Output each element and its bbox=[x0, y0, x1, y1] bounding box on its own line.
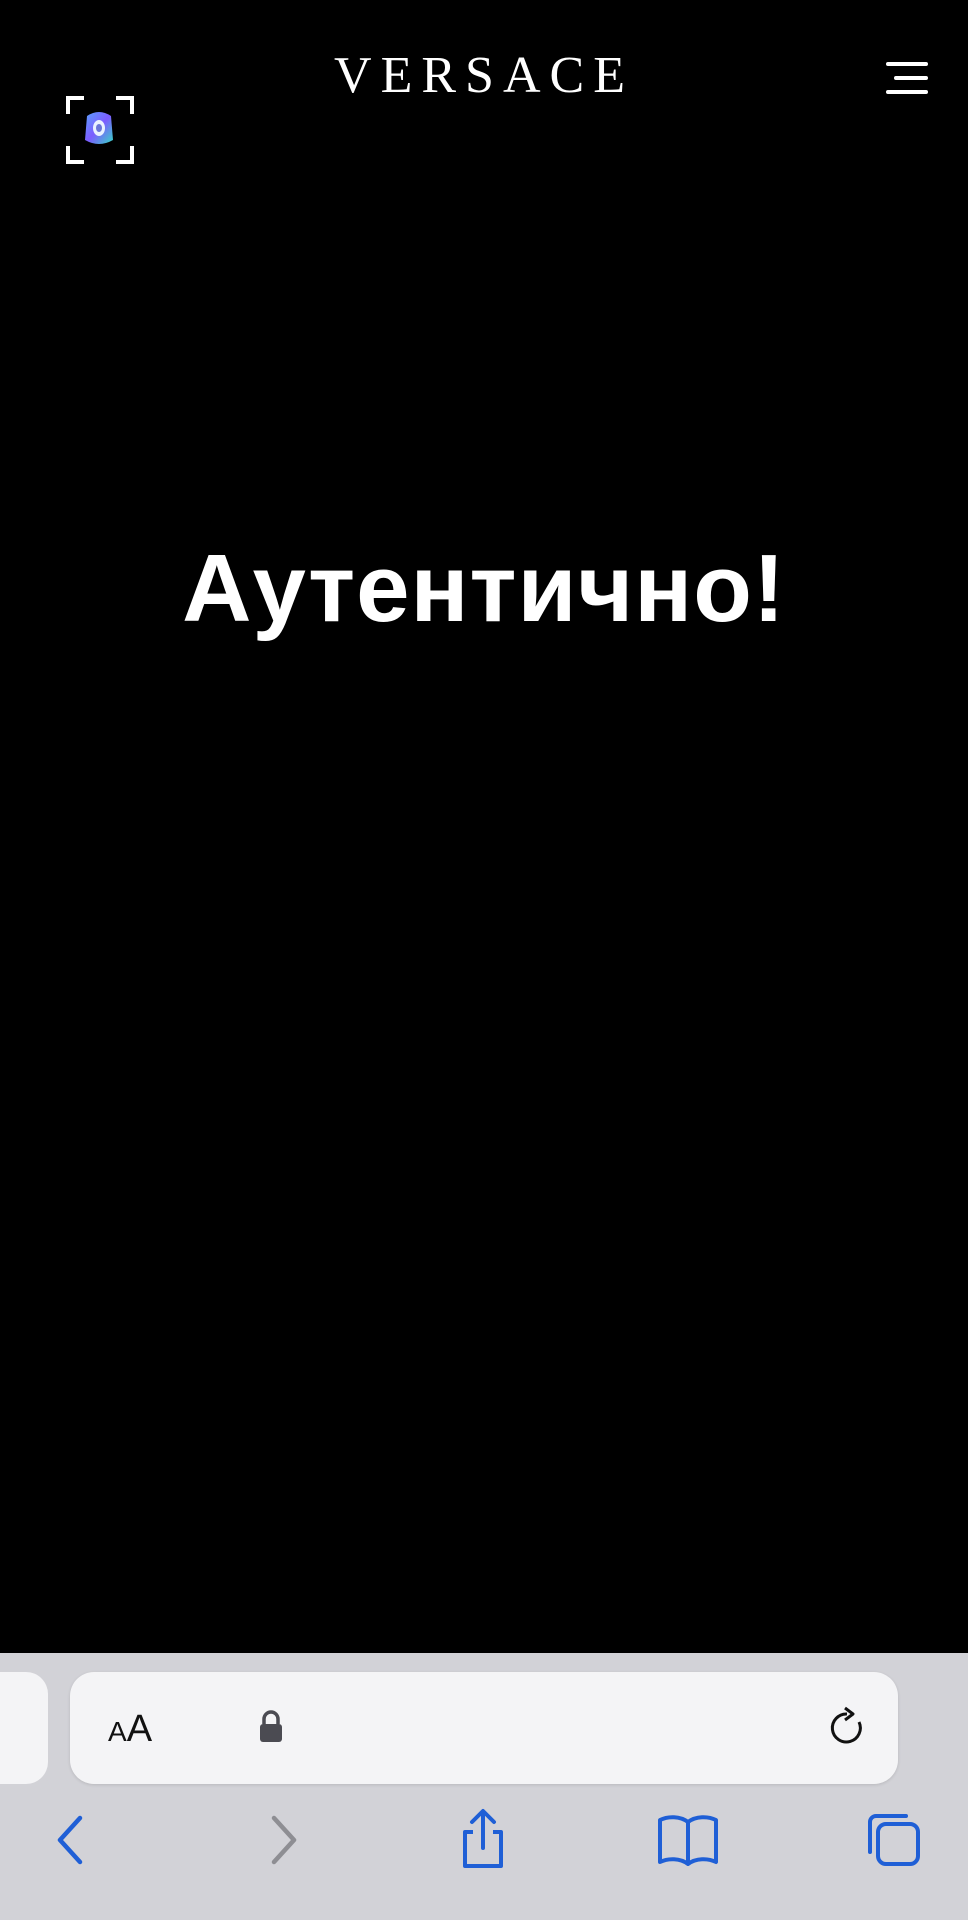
previous-tab-peek[interactable] bbox=[0, 1672, 48, 1784]
menu-line bbox=[894, 76, 928, 80]
text-size-button[interactable]: AA bbox=[108, 1708, 152, 1751]
chevron-right-icon bbox=[271, 1815, 297, 1865]
viewfinder-corner bbox=[66, 146, 84, 164]
menu-line bbox=[886, 90, 928, 94]
brand-logo[interactable]: VERSACE bbox=[0, 46, 968, 105]
lock-icon bbox=[260, 1710, 282, 1742]
menu-button[interactable] bbox=[878, 58, 932, 98]
share-button[interactable] bbox=[451, 1808, 515, 1872]
page: VERSACE Аутентично! bbox=[0, 0, 968, 1653]
menu-line bbox=[886, 62, 928, 66]
address-bar[interactable]: AA bbox=[70, 1672, 898, 1784]
viewfinder-corner bbox=[116, 146, 134, 164]
chevron-left-icon bbox=[57, 1815, 83, 1865]
book-icon bbox=[658, 1815, 718, 1866]
reload-icon[interactable] bbox=[824, 1705, 870, 1751]
bookmarks-button[interactable] bbox=[656, 1808, 720, 1872]
authenticity-headline: Аутентично! bbox=[182, 535, 786, 642]
forward-button[interactable] bbox=[250, 1808, 314, 1872]
hologram-icon bbox=[85, 112, 113, 144]
back-button[interactable] bbox=[40, 1808, 104, 1872]
tabs-button[interactable] bbox=[862, 1808, 926, 1872]
share-icon bbox=[463, 1809, 503, 1868]
tabs-icon bbox=[868, 1814, 920, 1866]
